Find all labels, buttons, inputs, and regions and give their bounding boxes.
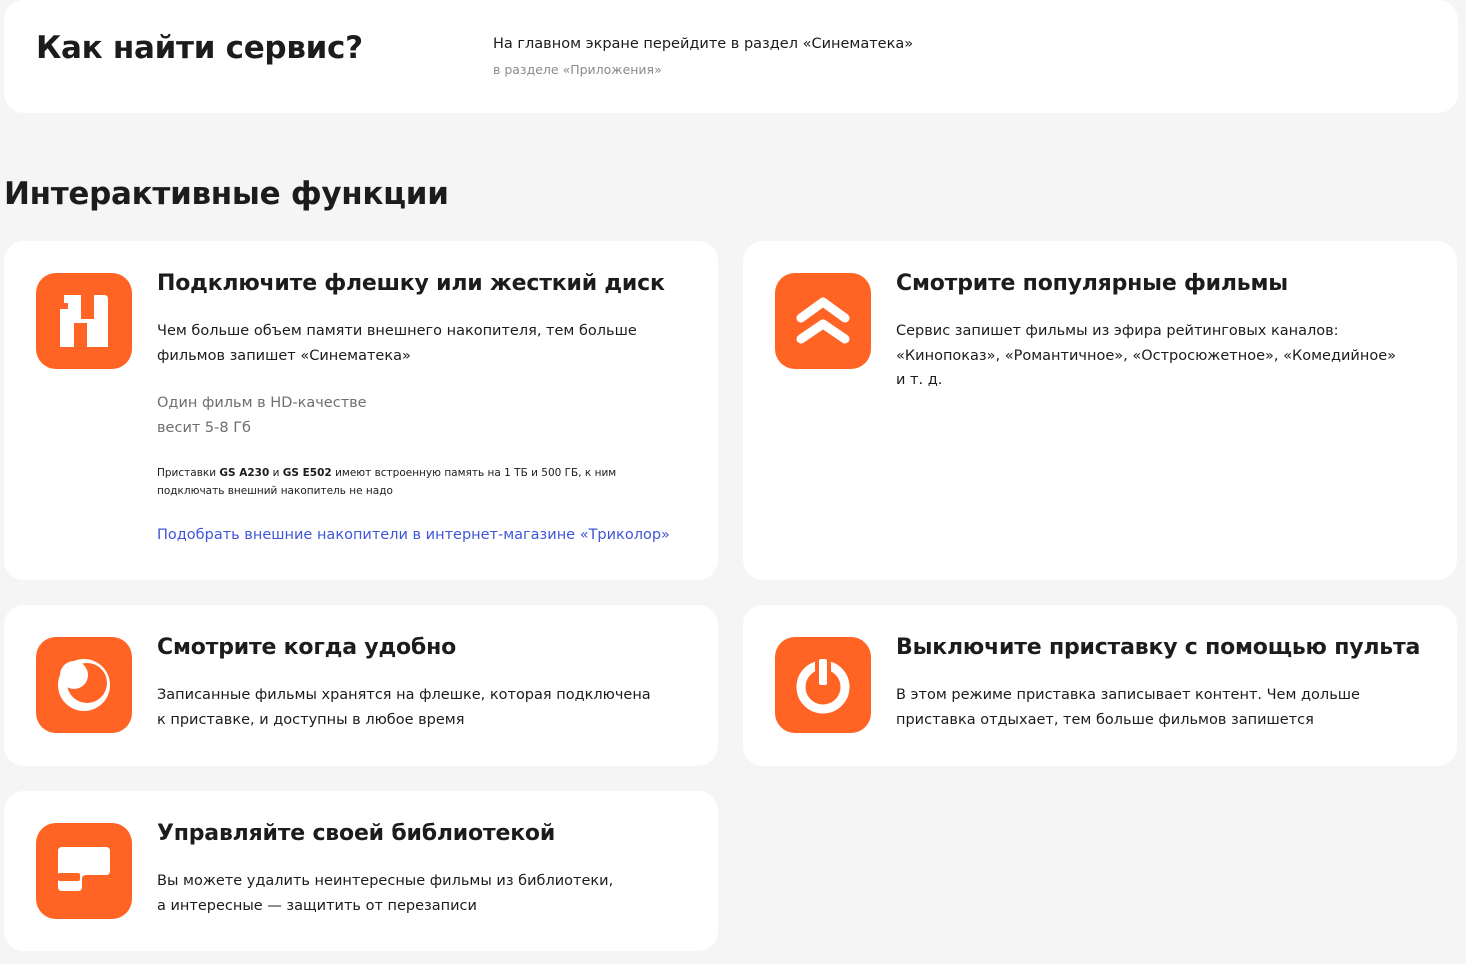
chevrons-up-icon — [775, 273, 871, 369]
feature-title: Управляйте своей библиотекой — [157, 821, 556, 846]
footnote-text: Приставки — [157, 467, 220, 479]
find-service-instruction: На главном экране перейдите в раздел «Си… — [493, 36, 914, 52]
find-service-card: Как найти сервис? На главном экране пере… — [4, 0, 1458, 113]
footnote-text: и — [269, 467, 283, 479]
feature-description: Чем больше объем памяти внешнего накопит… — [157, 323, 637, 364]
feature-note: Один фильм в HD-качестве весит 5-8 Гб — [157, 395, 367, 436]
feature-title: Выключите приставку с помощью пульта — [896, 635, 1421, 660]
feature-card-power-off: Выключите приставку с помощью пульта В э… — [743, 605, 1457, 766]
shop-storage-link[interactable]: Подобрать внешние накопители в интернет-… — [157, 527, 670, 543]
feature-card-storage: Подключите флешку или жесткий диск Чем б… — [4, 241, 718, 580]
feature-title: Смотрите популярные фильмы — [896, 271, 1288, 296]
power-icon — [775, 637, 871, 733]
moon-icon — [36, 637, 132, 733]
feature-card-popular: Смотрите популярные фильмы Сервис запише… — [743, 241, 1457, 580]
feature-description: Вы можете удалить неинтересные фильмы из… — [157, 873, 614, 914]
storage-icon — [36, 273, 132, 369]
feature-card-library: Управляйте своей библиотекой Вы можете у… — [4, 791, 718, 951]
feature-footnote: Приставки GS A230 и GS E502 имеют встрое… — [157, 464, 657, 500]
feature-title: Смотрите когда удобно — [157, 635, 456, 660]
find-service-title: Как найти сервис? — [36, 30, 363, 66]
feature-description: В этом режиме приставка записывает конте… — [896, 687, 1360, 728]
feature-description: Сервис запишет фильмы из эфира рейтингов… — [896, 323, 1396, 388]
section-title: Интерактивные функции — [4, 176, 449, 212]
footnote-model: GS A230 — [219, 467, 270, 479]
feature-card-watch-anytime: Смотрите когда удобно Записанные фильмы … — [4, 605, 718, 766]
feature-title: Подключите флешку или жесткий диск — [157, 271, 665, 296]
find-service-hint: в разделе «Приложения» — [493, 62, 662, 77]
feature-description: Записанные фильмы хранятся на флешке, ко… — [157, 687, 651, 728]
footnote-model: GS E502 — [282, 467, 332, 479]
library-icon — [36, 823, 132, 919]
